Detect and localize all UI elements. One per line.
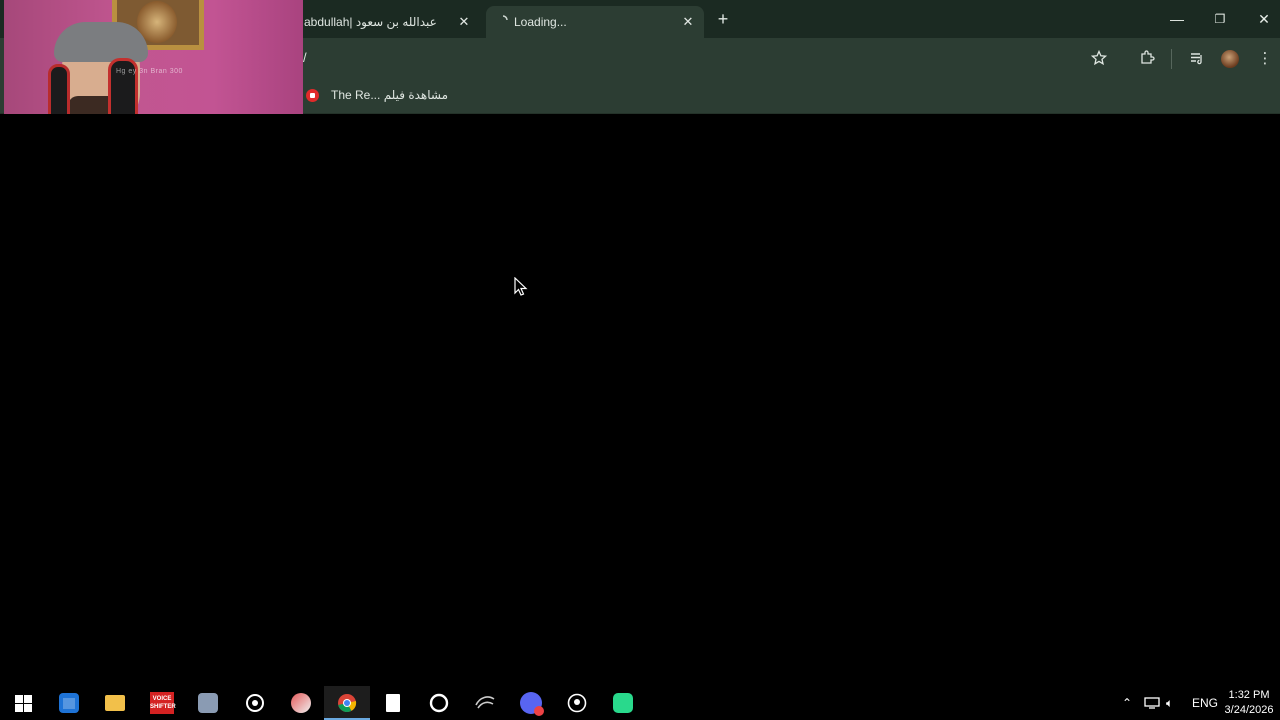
taskbar-steam[interactable]	[232, 686, 278, 720]
more-menu-icon[interactable]: ⋮	[1254, 47, 1276, 69]
page-content	[0, 114, 1280, 686]
media-control-icon[interactable]	[1186, 47, 1208, 69]
omnibox-input[interactable]: /	[303, 50, 307, 65]
taskbar-discord[interactable]	[508, 686, 554, 720]
screen: abdullah| عبدالله بن سعود ✕ Loading... ✕…	[0, 0, 1280, 720]
minimize-button[interactable]: —	[1162, 6, 1192, 32]
app-icon	[198, 693, 218, 713]
discord-icon	[520, 692, 544, 716]
start-button[interactable]	[0, 686, 46, 720]
app-icon	[291, 693, 311, 713]
tab-inactive[interactable]: abdullah| عبدالله بن سعود ✕	[300, 6, 480, 38]
store-icon	[59, 693, 79, 713]
taskbar-app14[interactable]	[600, 686, 646, 720]
app-icon	[475, 696, 495, 709]
mouse-cursor-icon	[514, 277, 528, 296]
bookmark-star-icon[interactable]	[1088, 47, 1110, 69]
close-tab-icon[interactable]: ✕	[678, 12, 698, 32]
language-indicator[interactable]: ENG	[1192, 686, 1218, 720]
tab-title: Loading...	[514, 15, 567, 29]
taskbar-chrome[interactable]	[324, 686, 370, 720]
tab-title: abdullah| عبدالله بن سعود	[304, 15, 437, 29]
loading-spinner-icon	[502, 15, 508, 21]
taskbar-app13[interactable]	[554, 686, 600, 720]
taskbar-app7[interactable]	[278, 686, 324, 720]
clock-time: 1:32 PM	[1228, 689, 1270, 701]
close-window-button[interactable]: ✕	[1249, 6, 1279, 32]
profile-avatar[interactable]	[1221, 50, 1239, 68]
tray-chevron-icon[interactable]: ⌃	[1122, 686, 1132, 720]
extensions-icon[interactable]	[1136, 47, 1158, 69]
steam-icon	[246, 694, 264, 712]
youtube-icon	[306, 88, 319, 102]
voice-shifter-icon: VOICE SHIFTER	[150, 692, 176, 714]
bookmark-item[interactable]: The Re... مشاهدة فيلم	[306, 86, 448, 104]
taskbar: VOICE SHIFTER ⌃ 🔈︎ ENG 1:32 PM 3/24/2026	[0, 686, 1280, 720]
tab-active[interactable]: Loading... ✕	[486, 6, 704, 38]
volume-icon[interactable]: 🔈︎	[1166, 686, 1173, 720]
taskbar-app11[interactable]	[462, 686, 508, 720]
taskbar-voice-shifter[interactable]: VOICE SHIFTER	[139, 686, 185, 720]
app-icon	[613, 693, 633, 713]
restore-button[interactable]: ❐	[1205, 6, 1235, 32]
taskbar-cortana[interactable]	[416, 686, 462, 720]
clock-date: 3/24/2026	[1224, 704, 1274, 716]
file-icon	[386, 694, 400, 712]
taskbar-file[interactable]	[370, 686, 416, 720]
folder-icon	[105, 695, 125, 711]
app-icon	[567, 693, 587, 713]
bookmark-label: The Re... مشاهدة فيلم	[331, 88, 449, 102]
network-icon[interactable]	[1144, 686, 1160, 720]
new-tab-button[interactable]: +	[712, 8, 734, 30]
toolbar-divider	[1171, 49, 1172, 69]
clock[interactable]: 1:32 PM 3/24/2026	[1222, 688, 1276, 718]
windows-icon	[14, 694, 32, 712]
webcam-watermark: Hg ey 3n Bran 300	[116, 68, 183, 75]
person-cap	[54, 22, 148, 62]
close-tab-icon[interactable]: ✕	[454, 12, 474, 32]
circle-icon	[429, 693, 449, 713]
taskbar-store[interactable]	[46, 686, 92, 720]
taskbar-explorer[interactable]	[92, 686, 138, 720]
taskbar-app5[interactable]	[185, 686, 231, 720]
chrome-icon	[338, 694, 357, 713]
